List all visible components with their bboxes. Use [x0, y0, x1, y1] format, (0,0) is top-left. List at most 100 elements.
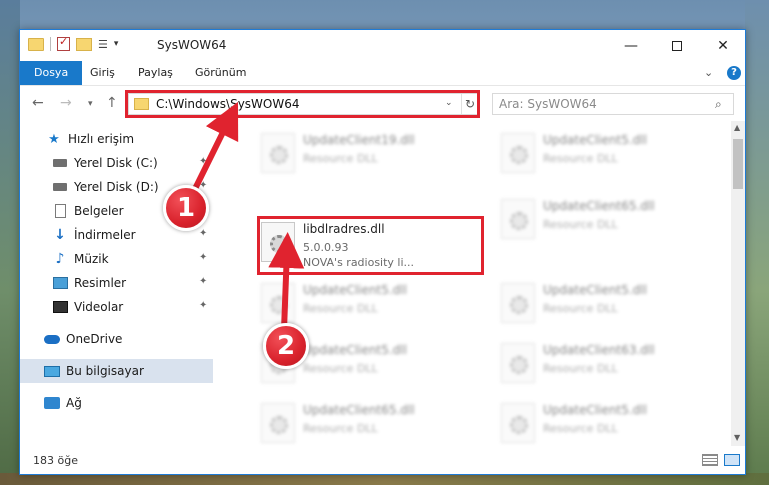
sidebar-item-this-pc[interactable]: Bu bilgisayar: [20, 359, 213, 383]
sidebar-item-music[interactable]: ♪ Müzik ✦: [20, 247, 213, 271]
title-bar: ☰ ▾ SysWOW64 — ✕: [20, 30, 745, 61]
scroll-down-arrow-icon[interactable]: ▼: [734, 433, 740, 442]
minimize-button[interactable]: —: [608, 30, 654, 61]
star-icon: ★: [48, 131, 60, 147]
properties-check-icon[interactable]: [57, 35, 70, 51]
file-name: UpdateClient5.dll: [543, 283, 647, 297]
file-tile[interactable]: UpdateClient5.dll Resource DLL: [497, 277, 697, 331]
desktop-background-right: [745, 0, 769, 485]
customize-toolbar-dropdown-icon[interactable]: ▾: [114, 39, 119, 49]
file-name: UpdateClient63.dll: [543, 343, 655, 357]
sidebar-item-label: Müzik: [74, 252, 109, 266]
forward-arrow-icon[interactable]: →: [60, 95, 72, 111]
file-type: Resource DLL: [543, 422, 618, 435]
folder-icon[interactable]: [28, 37, 44, 51]
ribbon-tabs: Dosya Giriş Paylaş Görünüm ⌄ ?: [20, 61, 745, 85]
sidebar-item-label: Videolar: [74, 300, 124, 314]
file-name: UpdateClient65.dll: [303, 403, 415, 417]
address-highlight-box: [125, 90, 480, 118]
expand-ribbon-chevron-icon[interactable]: ⌄: [704, 66, 713, 79]
cloud-icon: [44, 332, 60, 346]
help-icon[interactable]: ?: [727, 66, 741, 80]
file-tile[interactable]: UpdateClient19.dll Resource DLL: [257, 127, 457, 181]
vertical-scrollbar[interactable]: ▲ ▼: [731, 121, 745, 446]
sidebar-item-label: İndirmeler: [74, 228, 136, 242]
details-view-icon[interactable]: [702, 454, 718, 466]
dll-file-icon: [261, 133, 295, 173]
file-tile[interactable]: UpdateClient63.dll Resource DLL: [497, 337, 697, 391]
dll-file-icon: [501, 343, 535, 383]
sidebar-item-onedrive[interactable]: OneDrive: [20, 327, 213, 351]
maximize-button[interactable]: [654, 30, 700, 61]
file-tile[interactable]: UpdateClient5.dll Resource DLL: [497, 127, 697, 181]
tab-file[interactable]: Dosya: [20, 61, 83, 85]
window-title: SysWOW64: [157, 38, 227, 52]
tab-view[interactable]: Görünüm: [182, 61, 259, 85]
pin-icon[interactable]: ✦: [199, 300, 207, 311]
quick-access-toolbar: ☰ ▾: [28, 35, 119, 51]
file-type: Resource DLL: [303, 302, 378, 315]
desktop-background-left: [0, 0, 20, 485]
toolbar-separator: [50, 37, 51, 51]
videos-icon: [52, 300, 68, 314]
pin-icon[interactable]: ✦: [199, 228, 207, 239]
sidebar-item-label: Yerel Disk (D:): [74, 180, 159, 194]
pictures-icon: [52, 276, 68, 290]
dll-file-icon: [501, 133, 535, 173]
close-button[interactable]: ✕: [700, 30, 746, 61]
search-icon[interactable]: ⌕: [715, 97, 722, 112]
sidebar-item-local-disk-c[interactable]: Yerel Disk (C:) ✦: [20, 151, 213, 175]
sidebar-item-label: Ağ: [66, 396, 82, 410]
status-bar: 183 öğe: [20, 446, 745, 474]
dll-file-icon: [501, 283, 535, 323]
sidebar-item-pictures[interactable]: Resimler ✦: [20, 271, 213, 295]
sidebar-item-network[interactable]: Ağ: [20, 391, 213, 415]
large-icons-view-icon[interactable]: [724, 454, 740, 466]
sidebar-item-quick-access[interactable]: ★ Hızlı erişim: [20, 127, 213, 151]
file-type: Resource DLL: [303, 362, 378, 375]
file-explorer-window: ☰ ▾ SysWOW64 — ✕ Dosya Giriş Paylaş Görü…: [19, 29, 746, 475]
drive-icon: [52, 156, 68, 170]
file-type: Resource DLL: [303, 152, 378, 165]
sidebar-item-label: OneDrive: [66, 332, 123, 346]
step-2-badge: 2: [263, 323, 309, 369]
file-tile[interactable]: UpdateClient5.dll Resource DLL: [497, 397, 697, 446]
file-name: UpdateClient5.dll: [303, 283, 407, 297]
dll-file-icon: [261, 283, 295, 323]
recent-locations-chevron-icon[interactable]: ▾: [88, 99, 93, 109]
file-name: UpdateClient19.dll: [303, 133, 415, 147]
document-icon: [52, 204, 68, 218]
drive-icon: [52, 180, 68, 194]
maximize-icon: [672, 40, 682, 51]
up-arrow-icon[interactable]: ↑: [106, 95, 118, 111]
tab-home[interactable]: Giriş: [77, 61, 128, 85]
music-icon: ♪: [55, 251, 65, 267]
step-1-badge: 1: [163, 185, 209, 231]
back-arrow-icon[interactable]: ←: [32, 95, 44, 111]
item-count: 183 öğe: [33, 454, 78, 467]
scroll-up-arrow-icon[interactable]: ▲: [734, 123, 740, 132]
scrollbar-thumb[interactable]: [733, 139, 743, 189]
sidebar-item-label: Belgeler: [74, 204, 124, 218]
new-folder-icon[interactable]: [76, 37, 92, 51]
close-icon: ✕: [717, 37, 729, 54]
dll-file-icon: [501, 199, 535, 239]
navigation-pane: ★ Hızlı erişim Yerel Disk (C:) ✦ Yerel D…: [20, 121, 213, 446]
pin-icon[interactable]: ✦: [199, 156, 207, 167]
search-input[interactable]: [499, 97, 699, 111]
file-tile[interactable]: UpdateClient65.dll Resource DLL: [257, 397, 457, 446]
search-box[interactable]: ⌕: [492, 93, 734, 115]
pin-icon[interactable]: ✦: [199, 252, 207, 263]
network-icon: [44, 396, 60, 410]
sidebar-item-videos[interactable]: Videolar ✦: [20, 295, 213, 319]
file-type: Resource DLL: [303, 422, 378, 435]
dll-file-icon: [261, 403, 295, 443]
list-view-icon[interactable]: ☰: [98, 38, 108, 51]
file-name: UpdateClient5.dll: [543, 403, 647, 417]
file-highlight-box: [257, 216, 484, 275]
file-type: Resource DLL: [543, 302, 618, 315]
pin-icon[interactable]: ✦: [199, 276, 207, 287]
file-tile[interactable]: UpdateClient65.dll Resource DLL: [497, 193, 697, 247]
tab-share[interactable]: Paylaş: [125, 61, 186, 85]
file-type: Resource DLL: [543, 362, 618, 375]
